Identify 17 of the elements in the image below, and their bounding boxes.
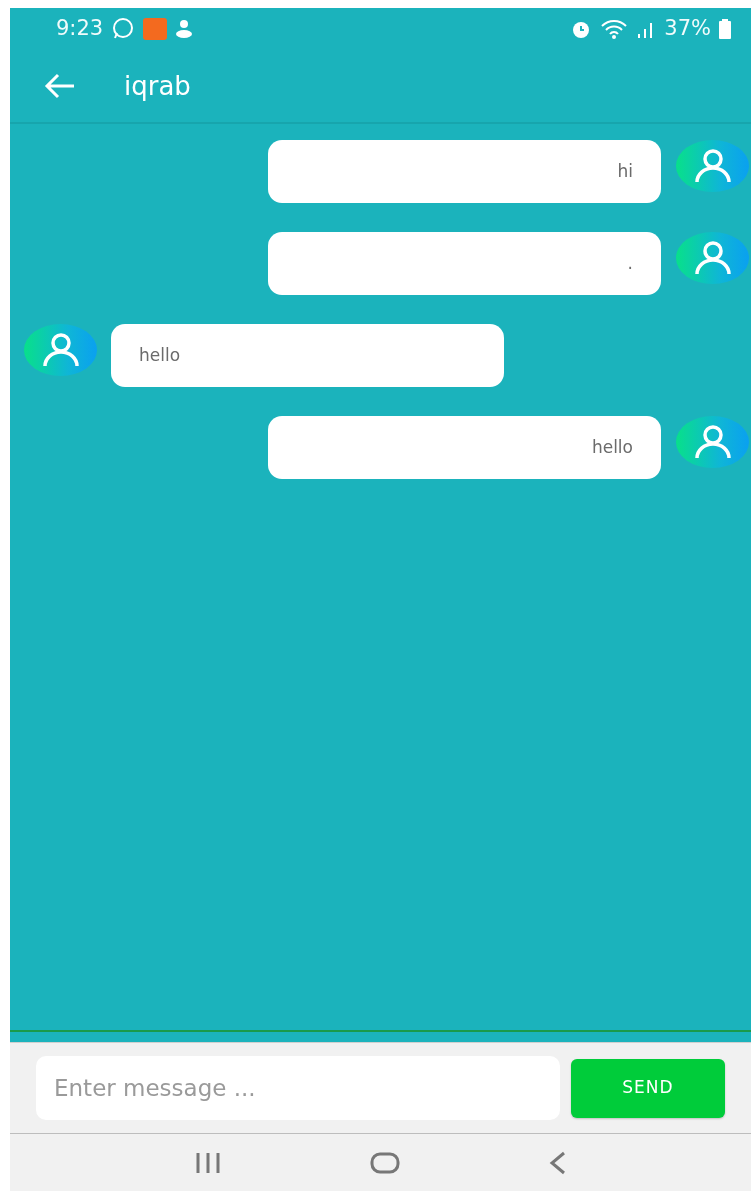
chat-title: iqrab bbox=[124, 69, 191, 103]
status-time: 9:23 bbox=[56, 15, 104, 43]
chat-app-icon bbox=[111, 17, 136, 41]
battery-icon bbox=[719, 19, 731, 39]
battery-percent: 37% bbox=[664, 15, 711, 43]
message-text: hi bbox=[617, 159, 633, 183]
recents-icon[interactable] bbox=[194, 1152, 223, 1173]
message-text: hello bbox=[139, 343, 181, 367]
back-arrow-icon[interactable] bbox=[44, 73, 76, 99]
back-icon[interactable] bbox=[548, 1150, 567, 1175]
wifi-icon bbox=[600, 18, 629, 40]
message-text: . bbox=[627, 251, 633, 275]
message-text: hello bbox=[591, 435, 633, 459]
figure-icon bbox=[175, 19, 194, 39]
message-input-field[interactable]: Enter message ... bbox=[36, 1056, 560, 1120]
send-button[interactable]: SEND bbox=[571, 1058, 725, 1118]
home-icon[interactable] bbox=[370, 1151, 401, 1174]
